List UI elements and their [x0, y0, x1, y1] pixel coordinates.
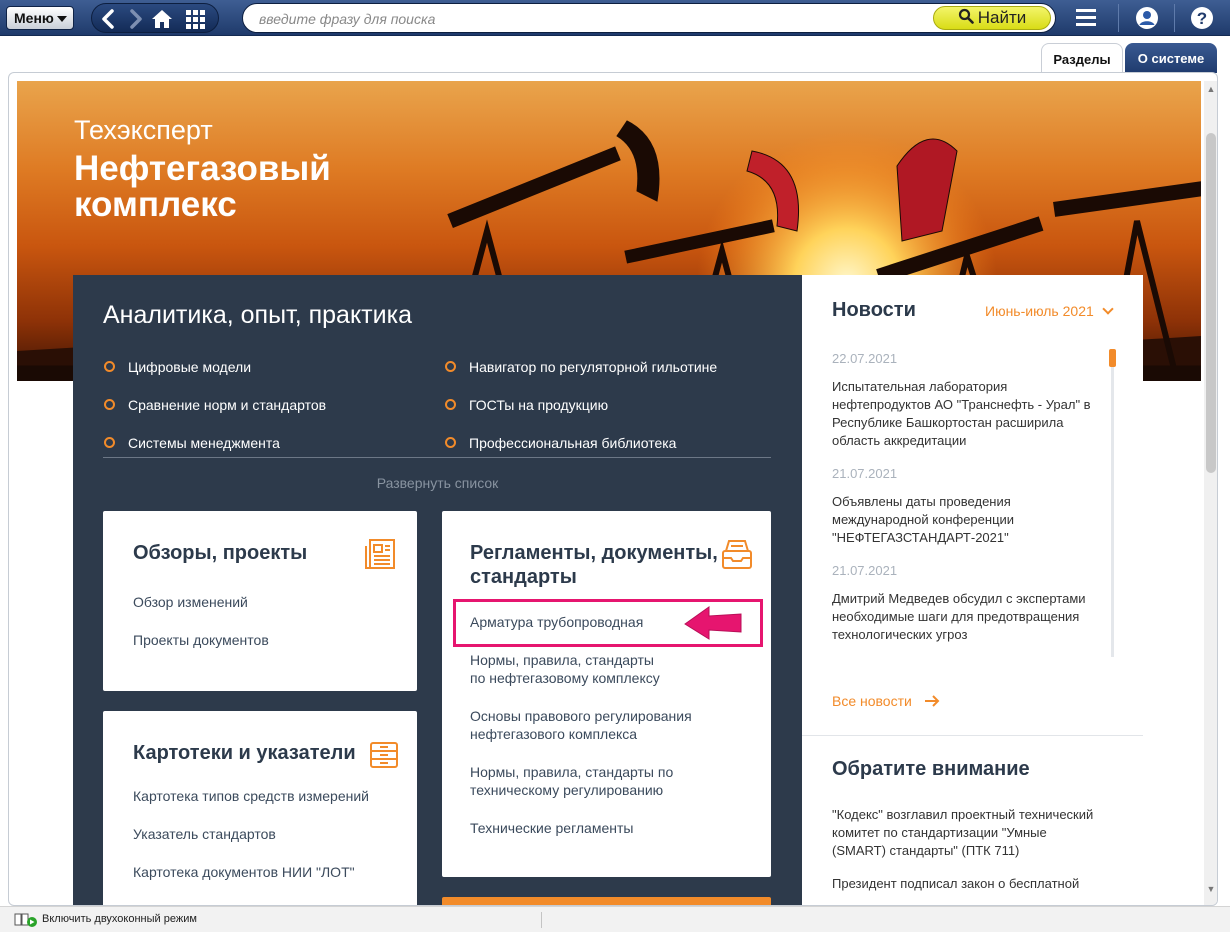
home-icon[interactable]	[149, 7, 175, 31]
reviews-card: Обзоры, проекты Обзор изменений Проекты …	[103, 511, 417, 691]
menu-button-label: Меню	[14, 10, 54, 26]
news-item[interactable]: Объявлены даты проведения международной …	[832, 493, 1094, 547]
quick-link-label: Системы менеджмента	[128, 435, 280, 451]
divider	[103, 457, 771, 458]
grid-icon[interactable]	[182, 7, 208, 31]
link-legal-regulation[interactable]: Основы правового регулирования нефтегазо…	[470, 707, 710, 743]
dual-window-icon[interactable]	[14, 912, 38, 928]
regulations-title: Регламенты, документы, стандарты	[470, 542, 718, 588]
archive-box-icon	[368, 737, 402, 771]
link-oil-gas-norms[interactable]: Нормы, правила, стандарты по нефтегазово…	[470, 651, 670, 687]
quick-link-product-gosts[interactable]: ГОСТы на продукцию	[444, 395, 608, 415]
find-button[interactable]: Найти	[933, 6, 1051, 30]
link-changes-review[interactable]: Обзор изменений	[133, 593, 248, 611]
quick-link-label: ГОСТы на продукцию	[469, 397, 609, 413]
toolbar-divider	[1174, 4, 1175, 32]
page-scrollbar-thumb[interactable]	[1206, 133, 1216, 473]
news-item[interactable]: Испытательная лаборатория нефтепродуктов…	[832, 378, 1094, 450]
archive-tray-icon	[720, 537, 754, 571]
quick-link-digital-models[interactable]: Цифровые модели	[103, 357, 251, 377]
bullet-icon	[445, 361, 456, 372]
news-scrollbar-track[interactable]	[1111, 349, 1114, 657]
quick-link-professional-library[interactable]: Профессиональная библиотека	[444, 433, 676, 453]
quick-link-label: Цифровые модели	[128, 359, 252, 375]
attention-item[interactable]: Президент подписал закон о бесплатной	[832, 875, 1102, 893]
all-news-link[interactable]: Все новости	[832, 693, 940, 710]
attention-title: Обратите внимание	[832, 758, 1030, 780]
news-period-dropdown[interactable]: Июнь-июль 2021	[985, 303, 1114, 319]
forward-icon[interactable]	[122, 7, 148, 31]
all-news-label: Все новости	[832, 693, 912, 709]
quick-link-label: Сравнение норм и стандартов	[128, 397, 327, 413]
top-toolbar: Меню Найти	[0, 0, 1230, 36]
catalogs-title: Картотеки и указатели	[133, 742, 356, 764]
link-measuring-instruments[interactable]: Картотека типов средств измерений	[133, 787, 369, 805]
status-bar: Включить двухоконный режим	[0, 906, 1230, 932]
reviews-title: Обзоры, проекты	[133, 542, 308, 564]
search-input[interactable]	[259, 10, 919, 28]
regulations-card: Регламенты, документы, стандарты Арматур…	[442, 511, 771, 877]
caret-down-icon	[57, 16, 67, 22]
link-technical-regulation-norms[interactable]: Нормы, правила, стандарты по техническом…	[470, 763, 690, 799]
search-icon	[958, 8, 974, 30]
pointer-arrow-icon	[681, 603, 745, 641]
expand-list-link[interactable]: Развернуть список	[73, 475, 802, 491]
find-button-label: Найти	[977, 8, 1027, 27]
user-icon[interactable]	[1129, 3, 1165, 33]
hero-brand: Техэксперт	[74, 115, 213, 145]
news-date: 22.07.2021	[832, 351, 898, 366]
orange-card-edge	[442, 897, 771, 905]
news-date: 21.07.2021	[832, 466, 898, 481]
scroll-down-icon[interactable]: ▼	[1205, 883, 1217, 895]
analytics-panel: Аналитика, опыт, практика Цифровые модел…	[73, 275, 802, 905]
attention-item[interactable]: "Кодекс" возглавил проектный технический…	[832, 806, 1102, 860]
newspaper-icon	[363, 537, 397, 571]
svg-text:?: ?	[1197, 9, 1207, 28]
quick-link-guillotine-navigator[interactable]: Навигатор по регуляторной гильотине	[444, 357, 717, 377]
news-title: Новости	[832, 299, 916, 321]
bullet-icon	[104, 437, 115, 448]
content-frame: Техэксперт Нефтегазовый комплекс Аналити…	[8, 72, 1218, 906]
bullet-icon	[445, 437, 456, 448]
catalogs-card: Картотеки и указатели Картотека типов ср…	[103, 711, 417, 905]
news-panel: Новости Июнь-июль 2021 22.07.2021 Испыта…	[802, 275, 1143, 735]
navigation-group	[91, 3, 219, 33]
dual-window-toggle[interactable]: Включить двухоконный режим	[42, 913, 197, 925]
quick-link-management-systems[interactable]: Системы менеджмента	[103, 433, 280, 453]
hamburger-icon[interactable]	[1068, 3, 1104, 33]
news-item[interactable]: Дмитрий Медведев обсудил с экспертами не…	[832, 590, 1094, 644]
attention-panel: Обратите внимание "Кодекс" возглавил про…	[802, 736, 1143, 905]
quick-link-label: Навигатор по регуляторной гильотине	[469, 359, 718, 375]
divider	[541, 912, 542, 928]
tab-about-system[interactable]: О системе	[1125, 43, 1217, 73]
link-technical-regulations[interactable]: Технические регламенты	[470, 819, 633, 837]
hero-title: Нефтегазовый комплекс	[74, 149, 331, 224]
bullet-icon	[104, 361, 115, 372]
bullet-icon	[445, 399, 456, 410]
analytics-title: Аналитика, опыт, практика	[103, 301, 412, 329]
menu-button[interactable]: Меню	[6, 6, 74, 30]
link-draft-documents[interactable]: Проекты документов	[133, 631, 269, 649]
news-scrollbar-thumb[interactable]	[1109, 349, 1116, 367]
search-box: Найти	[242, 3, 1056, 33]
news-date: 21.07.2021	[832, 563, 898, 578]
toolbar-divider	[1118, 4, 1119, 32]
link-standards-index[interactable]: Указатель стандартов	[133, 825, 276, 843]
arrow-right-icon	[924, 694, 940, 710]
tab-sections[interactable]: Разделы	[1041, 43, 1123, 73]
news-period-label: Июнь-июль 2021	[985, 303, 1094, 319]
link-niilot-documents[interactable]: Картотека документов НИИ "ЛОТ"	[133, 863, 355, 881]
chevron-down-icon	[1102, 303, 1114, 315]
scroll-up-icon[interactable]: ▲	[1205, 83, 1217, 95]
help-icon[interactable]: ?	[1184, 3, 1220, 33]
quick-link-label: Профессиональная библиотека	[469, 435, 677, 451]
back-icon[interactable]	[96, 7, 122, 31]
bullet-icon	[104, 399, 115, 410]
quick-link-norms-comparison[interactable]: Сравнение норм и стандартов	[103, 395, 326, 415]
